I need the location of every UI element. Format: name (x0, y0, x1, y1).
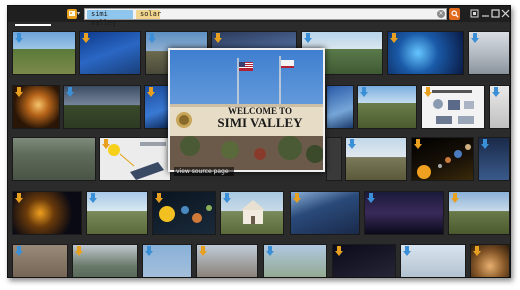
planets-thumbnail (159, 205, 212, 223)
search-input[interactable]: simi valley solar × (84, 8, 447, 27)
image-tile[interactable] (400, 244, 466, 277)
image-tile[interactable] (79, 31, 141, 75)
download-badge-icon (304, 33, 312, 43)
download-badge-icon (451, 193, 459, 203)
chevron-down-icon[interactable]: ▾ (77, 10, 83, 18)
image-tile[interactable] (345, 137, 407, 181)
download-badge-icon (15, 33, 23, 43)
search-tag-location[interactable]: simi valley (87, 10, 133, 27)
image-tile[interactable] (63, 85, 141, 129)
download-badge-icon (293, 193, 301, 203)
diagram-thumbnail (432, 90, 474, 124)
download-badge-icon (471, 33, 479, 43)
image-tile[interactable] (421, 85, 485, 129)
download-badge-icon (15, 87, 23, 97)
download-badge-icon (348, 139, 356, 149)
clear-icon[interactable]: × (437, 10, 445, 18)
image-tile[interactable] (152, 191, 216, 235)
image-tile[interactable] (489, 85, 510, 129)
bing-images-icon[interactable] (67, 9, 77, 19)
search-button[interactable] (449, 8, 460, 20)
loading-progress-bar (15, 24, 51, 26)
download-badge-icon (360, 87, 368, 97)
solar-diagram-thumbnail (108, 142, 166, 180)
house-thumbnail (241, 200, 265, 224)
image-tile[interactable] (12, 31, 76, 75)
download-badge-icon (89, 193, 97, 203)
download-badge-icon (492, 87, 500, 97)
download-badge-icon (148, 33, 156, 43)
image-tile[interactable] (263, 244, 327, 277)
image-tile[interactable] (478, 137, 510, 181)
image-tile[interactable] (12, 191, 82, 235)
download-badge-icon (147, 87, 155, 97)
image-tile[interactable] (470, 244, 510, 277)
image-tile[interactable] (448, 191, 510, 235)
download-badge-icon (145, 246, 153, 256)
image-tile[interactable] (332, 244, 396, 277)
sign-text-line2: SIMI VALLEY (217, 115, 303, 130)
image-tile[interactable] (99, 137, 171, 181)
download-badge-icon (335, 246, 343, 256)
search-tag-keyword[interactable]: solar (136, 10, 161, 19)
app-window: ▾ simi valley solar × WELCOME TO SIMI VA… (7, 5, 511, 278)
toolbar: ▾ simi valley solar × (8, 6, 510, 27)
image-tile[interactable] (220, 191, 284, 235)
download-badge-icon (75, 246, 83, 256)
image-tile[interactable] (364, 191, 444, 235)
view-source-link[interactable]: view source page (174, 167, 234, 176)
restore-icon[interactable] (470, 9, 479, 18)
image-tile[interactable] (86, 191, 148, 235)
download-badge-icon (15, 193, 23, 203)
maximize-icon[interactable] (491, 9, 500, 18)
download-badge-icon (199, 246, 207, 256)
download-badge-icon (66, 87, 74, 97)
image-tile[interactable] (12, 85, 60, 129)
image-tile[interactable] (357, 85, 417, 129)
image-tile[interactable] (326, 85, 354, 129)
image-tile[interactable] (290, 191, 360, 235)
image-tile[interactable] (468, 31, 510, 75)
download-badge-icon (473, 246, 481, 256)
image-tile[interactable] (72, 244, 138, 277)
download-badge-icon (82, 33, 90, 43)
image-tile[interactable] (387, 31, 464, 75)
planets-thumbnail (417, 144, 471, 179)
image-tile[interactable] (326, 137, 342, 181)
image-tile[interactable] (196, 244, 258, 277)
download-badge-icon (367, 193, 375, 203)
image-tile[interactable] (411, 137, 474, 181)
download-badge-icon (481, 139, 489, 149)
image-tile[interactable] (12, 244, 68, 277)
download-badge-icon (403, 246, 411, 256)
download-badge-icon (15, 246, 23, 256)
close-icon[interactable] (501, 9, 510, 18)
download-badge-icon (266, 246, 274, 256)
image-tile[interactable] (142, 244, 192, 277)
download-badge-icon (390, 33, 398, 43)
featured-image-preview[interactable]: WELCOME TO SIMI VALLEY (168, 48, 325, 172)
download-badge-icon (214, 33, 222, 43)
search-icon (450, 10, 459, 18)
minimize-icon[interactable] (481, 9, 490, 18)
image-tile[interactable] (12, 137, 96, 181)
image-tile[interactable] (144, 85, 170, 129)
